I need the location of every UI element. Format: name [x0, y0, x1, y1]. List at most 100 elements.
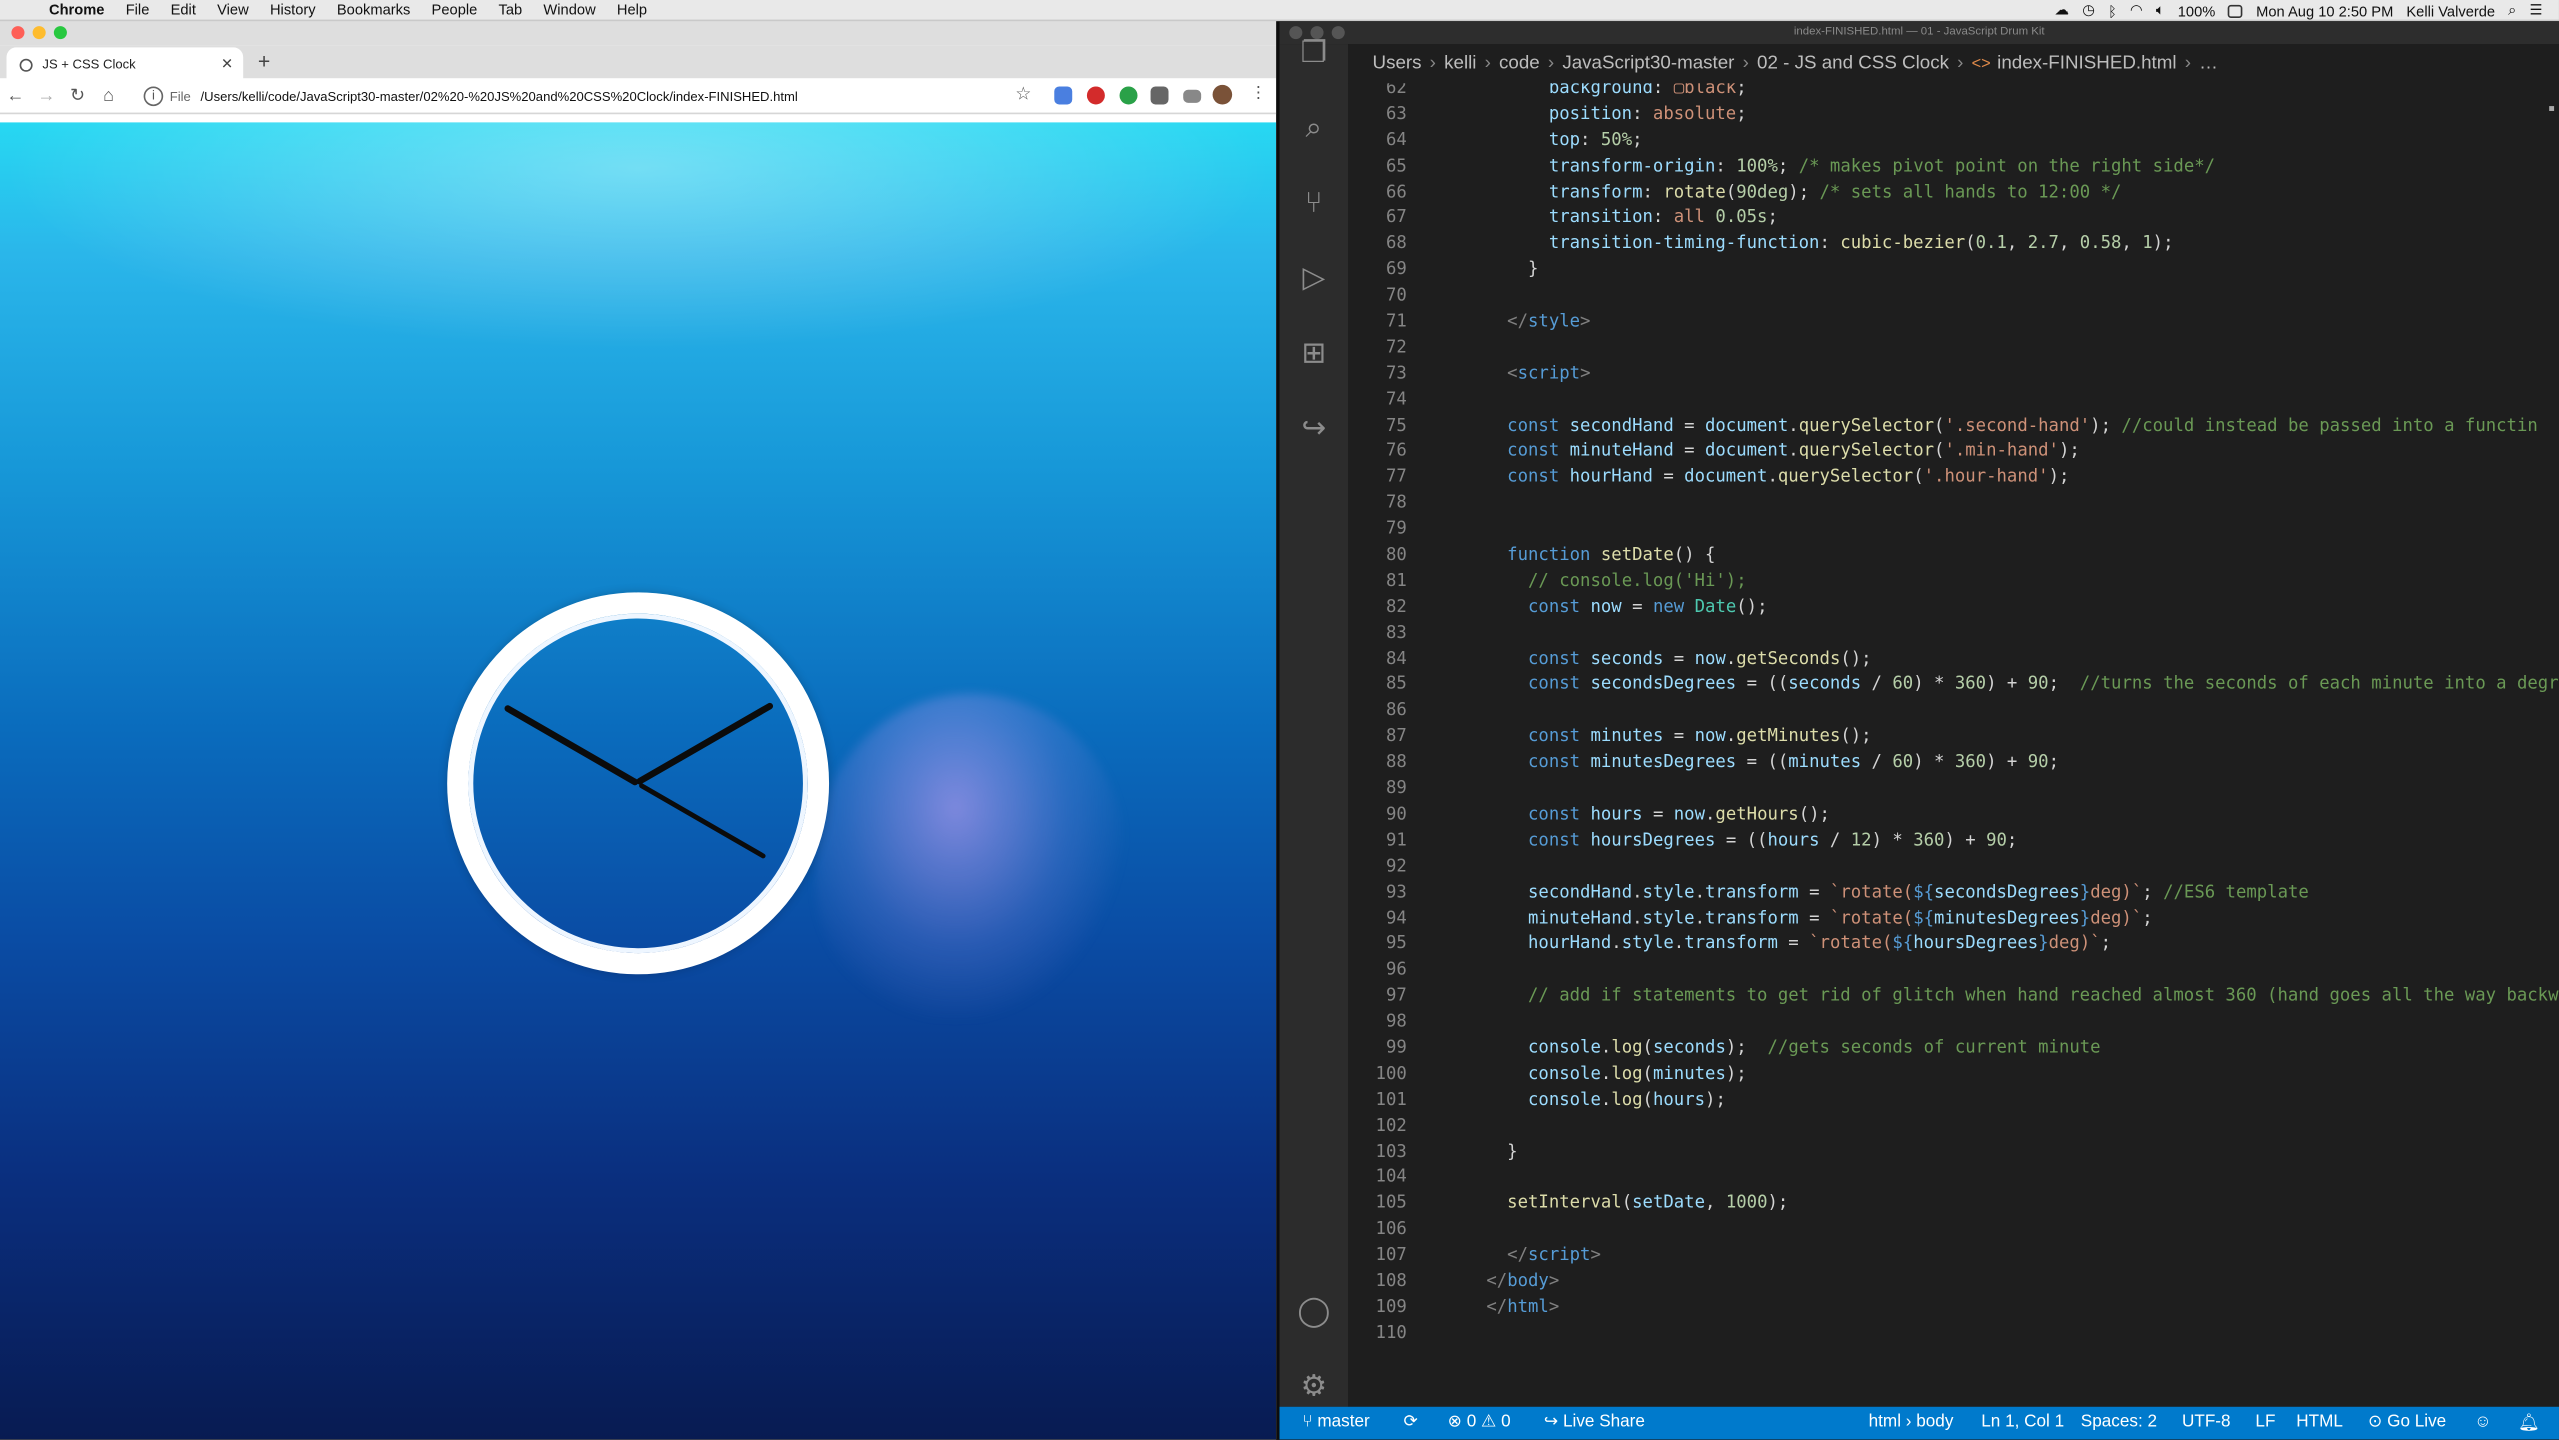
run-debug-icon[interactable]: ▷	[1296, 259, 1332, 295]
code-text[interactable]: background: ▢black;	[1407, 83, 1747, 102]
code-line[interactable]: 103 }	[1348, 1140, 2559, 1166]
code-text[interactable]: </style>	[1407, 310, 1590, 336]
code-line[interactable]: 105 setInterval(setDate, 1000);	[1348, 1192, 2559, 1218]
minimize-window-icon[interactable]	[32, 26, 46, 40]
code-line[interactable]: 85 const secondsDegrees = ((seconds / 60…	[1348, 673, 2559, 699]
code-text[interactable]	[1407, 518, 1466, 544]
code-text[interactable]: transform: rotate(90deg); /* sets all ha…	[1407, 180, 2122, 206]
code-line[interactable]: 107 </script>	[1348, 1244, 2559, 1270]
code-text[interactable]	[1407, 958, 1466, 984]
spotlight-search-icon[interactable]: ⌕	[2508, 2, 2516, 20]
language-mode-status[interactable]: HTML	[2296, 1412, 2343, 1432]
go-live-status[interactable]: ⊙ Go Live	[2368, 1412, 2446, 1432]
code-text[interactable]: transition-timing-function: cubic-bezier…	[1407, 232, 2174, 258]
close-tab-icon[interactable]: ✕	[221, 55, 233, 73]
notification-center-icon[interactable]: ☰	[2529, 2, 2542, 20]
code-editor[interactable]: 62 background: ▢black; 63 position: absol…	[1348, 83, 2559, 1407]
code-text[interactable]	[1407, 336, 1466, 362]
code-line[interactable]: 76 const minuteHand = document.querySele…	[1348, 440, 2559, 466]
code-text[interactable]	[1407, 492, 1466, 518]
code-text[interactable]	[1407, 621, 1466, 647]
code-line[interactable]: 84 const seconds = now.getSeconds();	[1348, 647, 2559, 673]
breadcrumb-item[interactable]: …	[2199, 54, 2218, 74]
zoom-window-icon[interactable]	[53, 26, 67, 40]
close-window-icon[interactable]	[11, 26, 25, 40]
code-line[interactable]: 69 }	[1348, 258, 2559, 284]
source-control-icon[interactable]: ⑂	[1296, 184, 1332, 220]
code-line[interactable]: 106	[1348, 1218, 2559, 1244]
code-line[interactable]: 96	[1348, 958, 2559, 984]
wifi-icon[interactable]: ◠	[2130, 2, 2143, 20]
evernote-extension-icon[interactable]	[1119, 86, 1138, 105]
code-line[interactable]: 82 const now = new Date();	[1348, 595, 2559, 621]
code-text[interactable]: // add if statements to get rid of glitc…	[1407, 984, 2559, 1010]
code-text[interactable]: minuteHand.style.transform = `rotate(${m…	[1407, 907, 2153, 933]
reading-list-icon[interactable]	[1183, 89, 1202, 103]
cursor-position-status[interactable]: Ln 1, Col 1	[1981, 1412, 2064, 1432]
code-text[interactable]: <script>	[1407, 362, 1590, 388]
home-icon[interactable]: ⌂	[93, 86, 124, 106]
menu-view[interactable]: View	[217, 2, 249, 18]
code-line[interactable]: 81 // console.log('Hi');	[1348, 569, 2559, 595]
menu-app-name[interactable]: Chrome	[49, 2, 105, 18]
breadcrumb-item[interactable]: kelli	[1444, 54, 1476, 74]
code-line[interactable]: 100 console.log(minutes);	[1348, 1062, 2559, 1088]
scrollbar-thumb[interactable]	[2549, 106, 2555, 111]
code-text[interactable]: console.log(hours);	[1407, 1088, 1726, 1114]
code-line[interactable]: 72	[1348, 336, 2559, 362]
breadcrumb-item[interactable]: 02 - JS and CSS Clock	[1757, 54, 1949, 74]
code-line[interactable]: 67 transition: all 0.05s;	[1348, 206, 2559, 232]
code-text[interactable]	[1407, 699, 1466, 725]
adblock-extension-icon[interactable]	[1086, 86, 1105, 105]
code-text[interactable]: console.log(seconds); //gets seconds of …	[1407, 1036, 2101, 1062]
code-lines[interactable]: 62 background: ▢black; 63 position: absol…	[1348, 83, 2559, 1347]
encoding-status[interactable]: UTF-8	[2182, 1412, 2231, 1432]
bookmark-star-icon[interactable]: ☆	[1015, 83, 1031, 105]
code-text[interactable]	[1407, 1010, 1466, 1036]
menu-tab[interactable]: Tab	[499, 2, 523, 18]
code-line[interactable]: 93 secondHand.style.transform = `rotate(…	[1348, 881, 2559, 907]
code-line[interactable]: 80 function setDate() {	[1348, 544, 2559, 570]
code-text[interactable]: console.log(minutes);	[1407, 1062, 1747, 1088]
site-info-icon[interactable]: i	[143, 86, 164, 107]
code-text[interactable]	[1407, 1166, 1466, 1192]
code-line[interactable]: 94 minuteHand.style.transform = `rotate(…	[1348, 907, 2559, 933]
code-text[interactable]	[1407, 855, 1466, 881]
cloud-icon[interactable]: ☁	[2054, 2, 2069, 20]
code-text[interactable]: const secondHand = document.querySelecto…	[1407, 414, 2538, 440]
search-icon[interactable]: ⌕	[1296, 109, 1332, 145]
browser-tab-active[interactable]: JS + CSS Clock ✕	[6, 47, 244, 82]
code-line[interactable]: 71 </style>	[1348, 310, 2559, 336]
code-line[interactable]: 73 <script>	[1348, 362, 2559, 388]
zoom-window-icon[interactable]	[1331, 26, 1345, 40]
accounts-icon[interactable]: ◯	[1296, 1293, 1332, 1329]
code-text[interactable]: const hourHand = document.querySelector(…	[1407, 466, 2069, 492]
code-text[interactable]: hourHand.style.transform = `rotate(${hou…	[1407, 933, 2111, 959]
code-text[interactable]: const hours = now.getHours();	[1407, 803, 1830, 829]
extensions-puzzle-icon[interactable]	[1150, 86, 1169, 105]
code-line[interactable]: 102	[1348, 1114, 2559, 1140]
code-line[interactable]: 109 </html>	[1348, 1296, 2559, 1322]
code-line[interactable]: 68 transition-timing-function: cubic-bez…	[1348, 232, 2559, 258]
code-text[interactable]: setInterval(setDate, 1000);	[1407, 1192, 1788, 1218]
time-machine-icon[interactable]: ◷	[2082, 2, 2095, 20]
notifications-bell-icon[interactable]: 🔔︎	[2518, 1412, 2540, 1433]
battery-icon[interactable]	[2228, 4, 2244, 18]
code-line[interactable]: 91 const hoursDegrees = ((hours / 12) * …	[1348, 829, 2559, 855]
code-line[interactable]: 75 const secondHand = document.querySele…	[1348, 414, 2559, 440]
menu-file[interactable]: File	[126, 2, 150, 18]
translate-extension-icon[interactable]	[1054, 86, 1073, 105]
code-line[interactable]: 97 // add if statements to get rid of gl…	[1348, 984, 2559, 1010]
indentation-status[interactable]: Spaces: 2	[2081, 1412, 2157, 1432]
code-line[interactable]: 64 top: 50%;	[1348, 129, 2559, 155]
code-line[interactable]: 79	[1348, 518, 2559, 544]
code-line[interactable]: 101 console.log(hours);	[1348, 1088, 2559, 1114]
volume-icon[interactable]: 🔈︎	[2156, 2, 2165, 20]
menu-people[interactable]: People	[432, 2, 478, 18]
settings-gear-icon[interactable]: ⚙	[1296, 1368, 1332, 1404]
code-text[interactable]: const secondsDegrees = ((seconds / 60) *…	[1407, 673, 2559, 699]
code-line[interactable]: 88 const minutesDegrees = ((minutes / 60…	[1348, 751, 2559, 777]
code-line[interactable]: 89	[1348, 777, 2559, 803]
code-text[interactable]: }	[1407, 1140, 1517, 1166]
code-text[interactable]: </html>	[1407, 1296, 1559, 1322]
